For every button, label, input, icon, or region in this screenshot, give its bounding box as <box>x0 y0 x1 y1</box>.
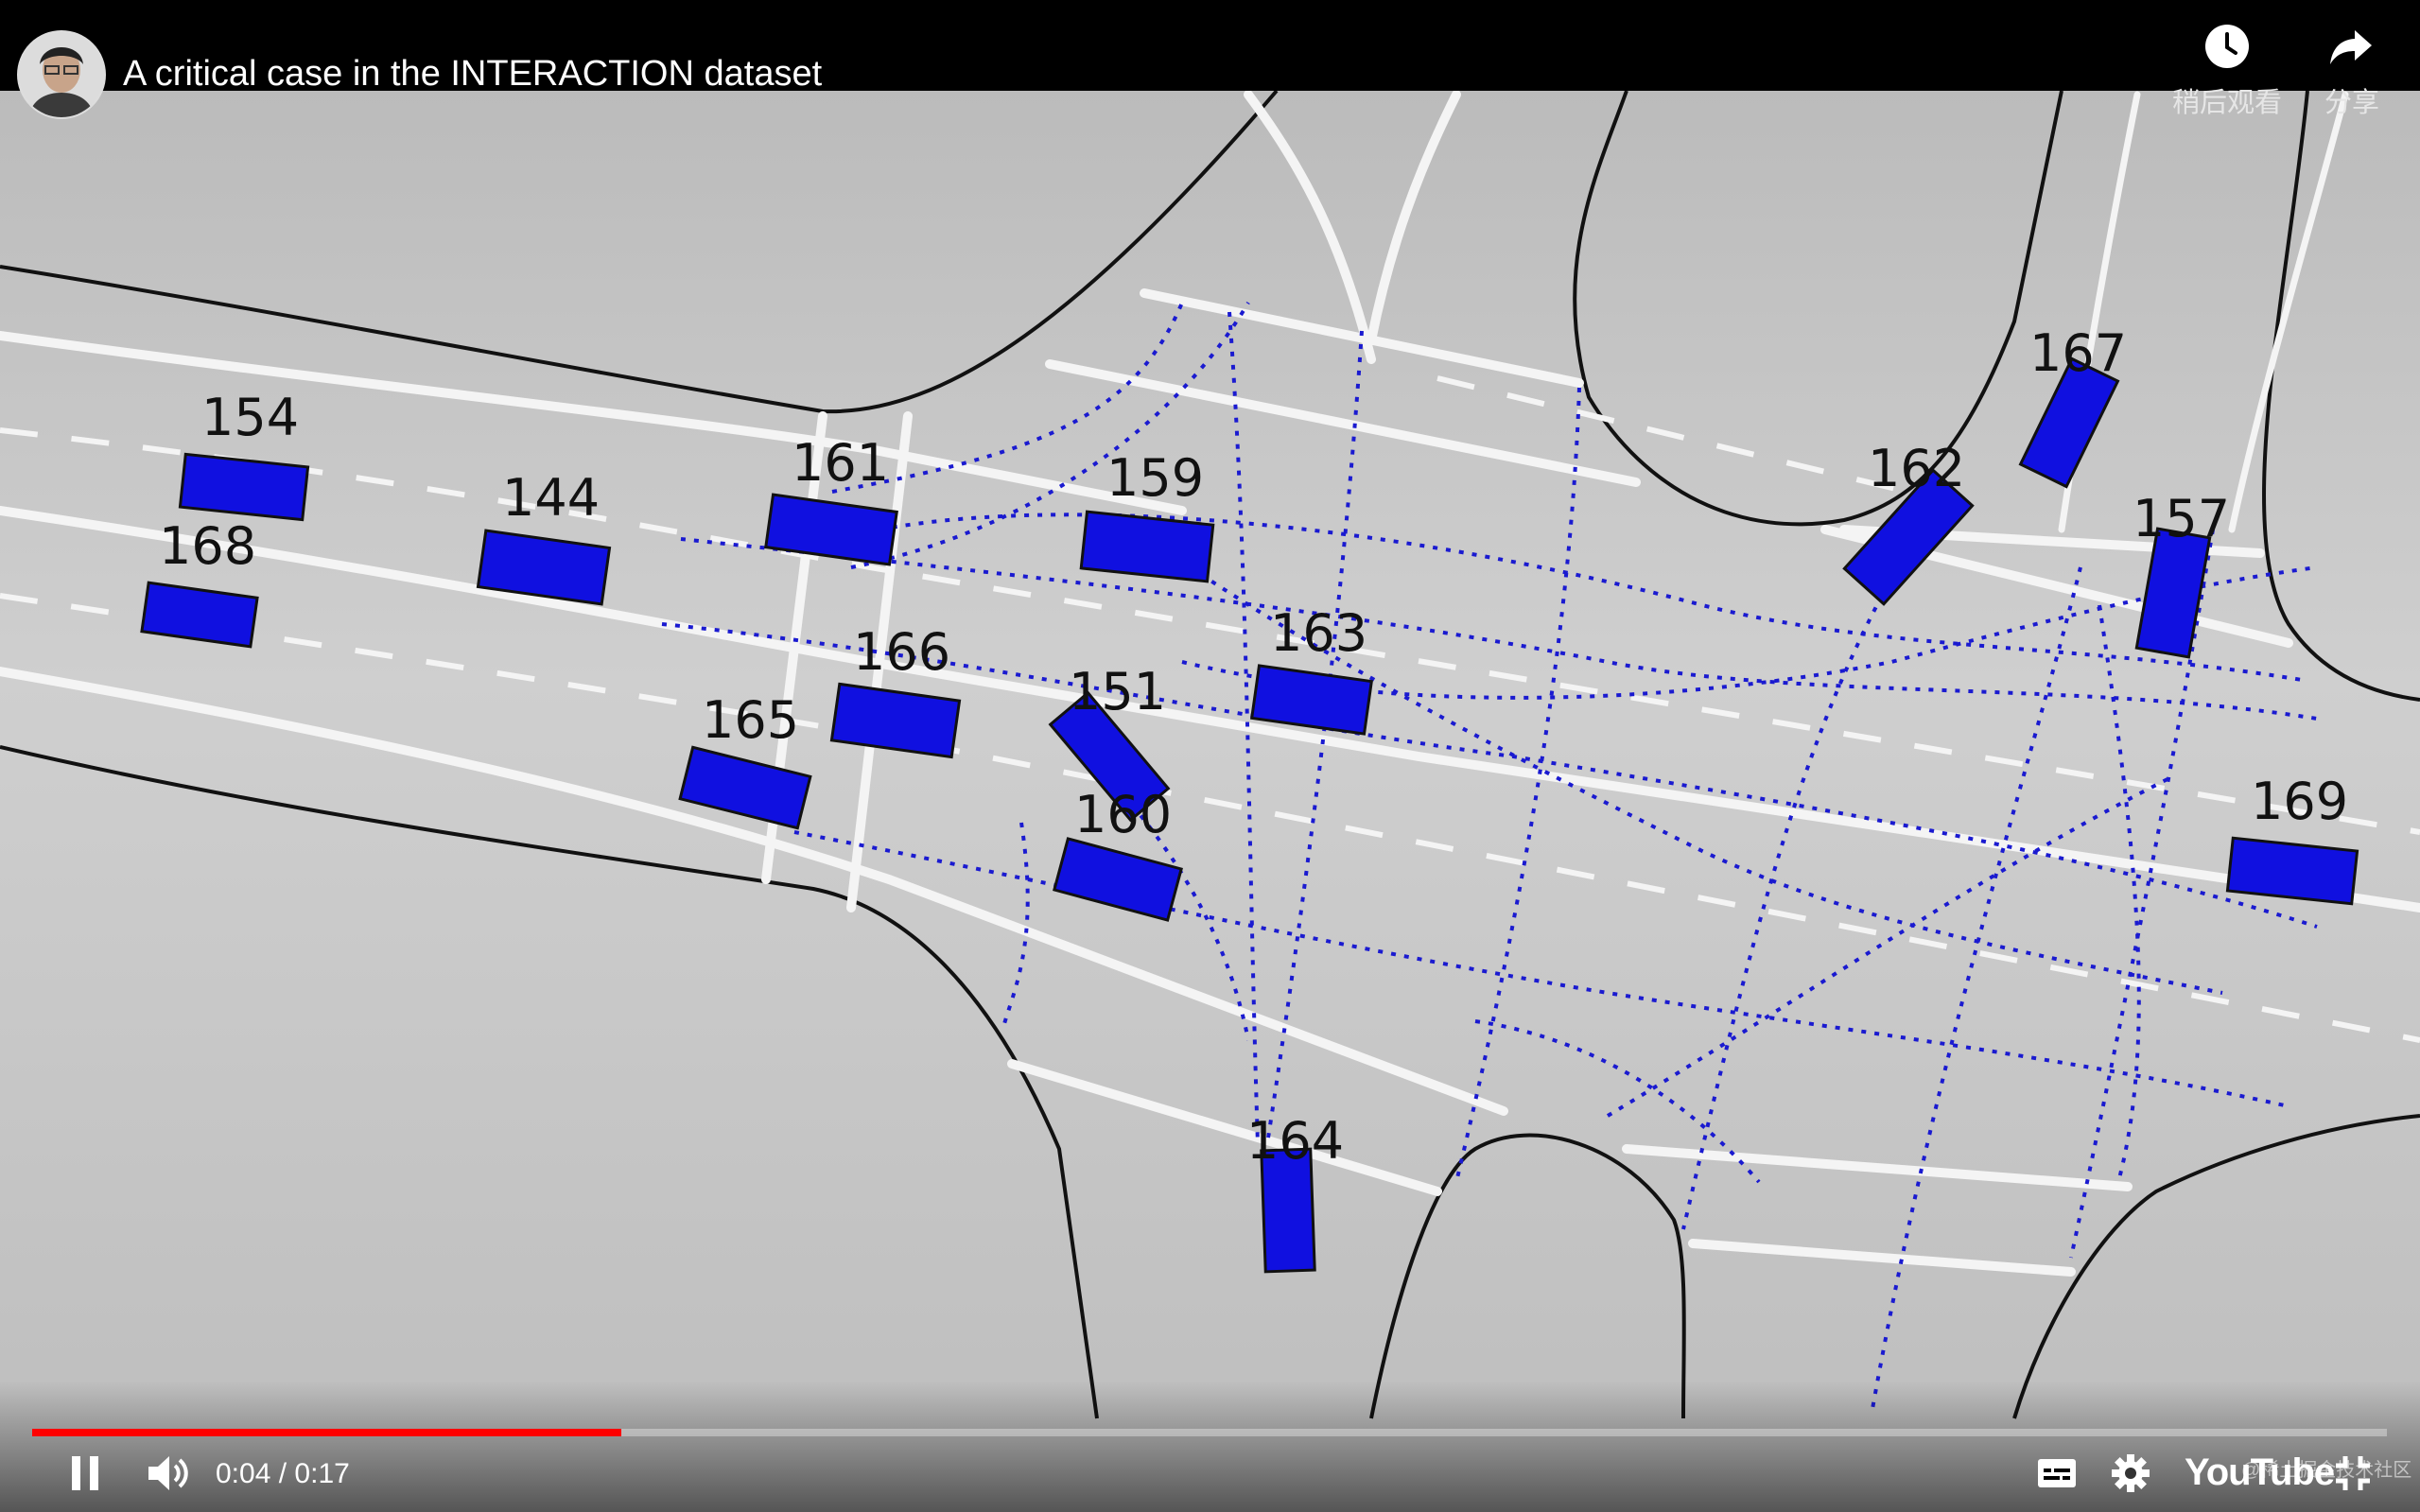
vehicle-label-164: 164 <box>1246 1111 1344 1171</box>
vehicle-label-160: 160 <box>1074 785 1172 844</box>
clock-icon <box>2205 25 2249 68</box>
pause-icon <box>72 1456 98 1490</box>
video-title[interactable]: A critical case in the INTERACTION datas… <box>123 51 822 96</box>
time-display: 0:04 / 0:17 <box>216 1455 350 1493</box>
vehicle-label-165: 165 <box>702 690 799 750</box>
progress-played <box>32 1429 621 1436</box>
vehicle-label-166: 166 <box>853 622 950 682</box>
intersection-scene: 154 168 144 161 159 166 165 151 160 163 … <box>0 0 2420 1512</box>
vehicle-label-151: 151 <box>1069 662 1166 721</box>
pause-button[interactable] <box>59 1447 112 1500</box>
vehicle-label-157: 157 <box>2133 489 2230 548</box>
current-time: 0:04 <box>216 1458 271 1489</box>
share-label: 分享 <box>2324 88 2379 118</box>
subtitles-button[interactable] <box>2029 1447 2084 1500</box>
volume-button[interactable] <box>140 1447 197 1500</box>
vehicle-label-154: 154 <box>201 388 299 447</box>
vehicle-154 <box>178 452 310 522</box>
vehicle-label-161: 161 <box>792 433 889 493</box>
gear-icon <box>2112 1454 2150 1492</box>
vehicle-label-168: 168 <box>159 516 256 576</box>
vehicle-159 <box>1079 510 1215 583</box>
share-button[interactable]: 分享 <box>2281 23 2420 120</box>
time-separator: / <box>278 1458 287 1489</box>
subtitles-icon <box>2038 1459 2076 1487</box>
progress-bar[interactable] <box>32 1429 2387 1436</box>
volume-icon <box>148 1456 188 1490</box>
vehicle-label-144: 144 <box>502 468 600 528</box>
share-icon <box>2330 30 2372 64</box>
watch-later-label: 稍后观看 <box>2171 88 2282 118</box>
vehicle-label-169: 169 <box>2251 772 2348 831</box>
video-player[interactable]: 154 168 144 161 159 166 165 151 160 163 … <box>0 0 2420 1512</box>
exit-fullscreen-button[interactable] <box>2326 1447 2379 1500</box>
settings-button[interactable] <box>2103 1447 2158 1500</box>
vehicle-label-162: 162 <box>1868 439 1965 498</box>
vehicle-label-159: 159 <box>1106 448 1204 508</box>
vehicle-169 <box>2225 836 2359 906</box>
avatar-icon[interactable] <box>17 30 106 119</box>
vehicle-label-167: 167 <box>2029 323 2127 383</box>
watch-later-button[interactable]: 稍后观看 <box>2156 23 2298 120</box>
duration: 0:17 <box>294 1458 350 1489</box>
exit-fullscreen-icon <box>2336 1456 2370 1490</box>
vehicle-label-163: 163 <box>1270 603 1367 663</box>
